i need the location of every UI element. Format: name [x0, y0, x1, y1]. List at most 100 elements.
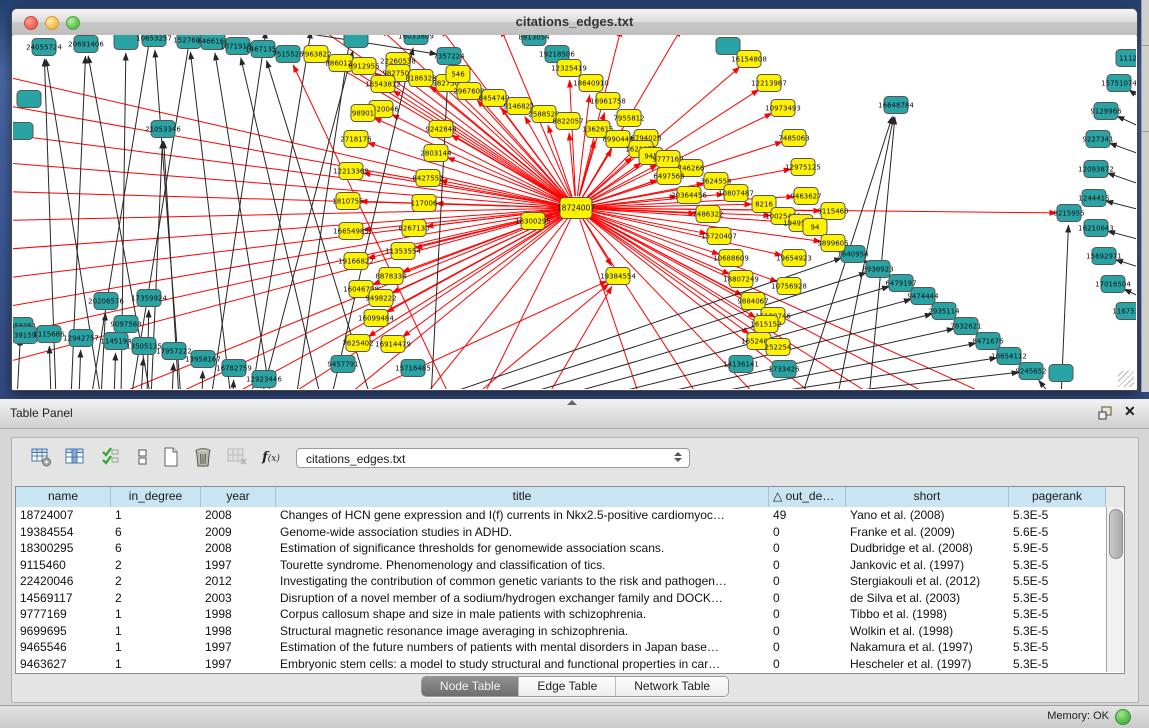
- network-canvas[interactable]: 2405572420691406106532571527602646616010…: [13, 35, 1136, 389]
- table-cell[interactable]: 1: [111, 606, 201, 623]
- table-cell[interactable]: 5.3E-5: [1009, 557, 1106, 574]
- new-table-icon[interactable]: [160, 446, 182, 468]
- network-node[interactable]: 16210643: [1078, 220, 1114, 237]
- table-cell[interactable]: 2: [111, 557, 201, 574]
- network-node[interactable]: 1244415: [1078, 190, 1109, 207]
- window-resize-grip[interactable]: [1118, 371, 1134, 387]
- network-edge[interactable]: [215, 53, 271, 389]
- network-node[interactable]: 15692971: [1086, 248, 1122, 265]
- table-cell[interactable]: Genome-wide association studies in ADHD.: [276, 524, 769, 541]
- network-node[interactable]: 2718176: [340, 131, 372, 148]
- table-cell[interactable]: 5.3E-5: [1009, 590, 1106, 607]
- network-node[interactable]: [114, 35, 138, 50]
- network-node[interactable]: 8267130: [398, 220, 429, 237]
- table-cell[interactable]: 0: [769, 623, 846, 640]
- network-node[interactable]: 1112: [1116, 50, 1136, 67]
- table-cell[interactable]: Yano et al. (2008): [846, 507, 1009, 524]
- table-row[interactable]: 911546021997Tourette syndrome. Phenomeno…: [16, 557, 1106, 574]
- network-node[interactable]: 9899605: [817, 235, 848, 252]
- network-edge[interactable]: [585, 157, 632, 200]
- network-node[interactable]: 7486322: [692, 206, 723, 223]
- table-cell[interactable]: Nakamura et al. (1997): [846, 639, 1009, 656]
- table-cell[interactable]: Jankovic et al. (1997): [846, 557, 1009, 574]
- table-cell[interactable]: Tibbo et al. (1998): [846, 606, 1009, 623]
- network-node[interactable]: 12942757: [63, 330, 99, 347]
- network-node[interactable]: 9097588: [110, 316, 141, 333]
- table-cell[interactable]: 9115460: [16, 557, 111, 574]
- table-cell[interactable]: 0: [769, 590, 846, 607]
- table-cell[interactable]: 14569117: [16, 590, 111, 607]
- network-node[interactable]: 12093872: [1078, 161, 1114, 178]
- table-cell[interactable]: 49: [769, 507, 846, 524]
- table-cell[interactable]: 1: [111, 656, 201, 673]
- network-node[interactable]: 10654112: [991, 348, 1027, 365]
- network-node[interactable]: 10688609: [713, 250, 749, 267]
- table-row[interactable]: 2242004622012Investigating the contribut…: [16, 573, 1106, 590]
- network-node[interactable]: 2803144: [420, 145, 452, 162]
- table-row[interactable]: 977716911998Corpus callosum shape and si…: [16, 606, 1106, 623]
- network-svg[interactable]: 2405572420691406106532571527602646616010…: [13, 35, 1136, 389]
- table-cell[interactable]: 5.3E-5: [1009, 639, 1106, 656]
- table-row[interactable]: 1938455462009Genome-wide association stu…: [16, 524, 1106, 541]
- table-cell[interactable]: 0: [769, 573, 846, 590]
- table-cell[interactable]: 1997: [201, 639, 276, 656]
- table-cell[interactable]: Tourette syndrome. Phenomenology and cla…: [276, 557, 769, 574]
- network-node[interactable]: 16648784: [878, 97, 914, 114]
- delete-rows-icon[interactable]: [192, 446, 214, 468]
- table-cell[interactable]: 9777169: [16, 606, 111, 623]
- table-cell[interactable]: 5.3E-5: [1009, 623, 1106, 640]
- network-edge[interactable]: [546, 286, 612, 389]
- table-cell[interactable]: Disruption of a novel member of a sodium…: [276, 590, 769, 607]
- network-node[interactable]: 1115686: [33, 326, 65, 343]
- select-rows-icon[interactable]: [100, 446, 122, 468]
- network-edge[interactable]: [1129, 90, 1136, 101]
- splitter-handle-icon[interactable]: [567, 400, 577, 405]
- network-node[interactable]: 1615152: [750, 316, 781, 333]
- table-cell[interactable]: 1998: [201, 606, 276, 623]
- table-cell[interactable]: 0: [769, 639, 846, 656]
- network-node[interactable]: 16961758: [590, 93, 626, 110]
- network-edge[interactable]: [1039, 380, 1049, 389]
- table-cell[interactable]: 1: [111, 639, 201, 656]
- network-node[interactable]: 8215955: [1053, 205, 1084, 222]
- table-cell[interactable]: Wolkin et al. (1998): [846, 623, 1009, 640]
- network-edge[interactable]: [1124, 289, 1136, 299]
- network-node[interactable]: 1810755: [332, 193, 363, 210]
- network-node[interactable]: 252254: [765, 339, 792, 356]
- network-node[interactable]: 16782759: [216, 360, 252, 377]
- table-cell[interactable]: 2: [111, 590, 201, 607]
- table-row[interactable]: 946362711997Embryonic stem cells: a mode…: [16, 656, 1106, 673]
- network-edge[interactable]: [1107, 173, 1136, 186]
- table-row[interactable]: 1830029562008Estimation of significance …: [16, 540, 1106, 557]
- network-node[interactable]: 19166822: [338, 253, 374, 270]
- network-edge[interactable]: [549, 299, 911, 389]
- network-node[interactable]: 7625402: [342, 335, 373, 352]
- table-cell[interactable]: 2012: [201, 573, 276, 590]
- table-cell[interactable]: 2008: [201, 540, 276, 557]
- table-cell[interactable]: Changes of HCN gene expression and I(f) …: [276, 507, 769, 524]
- network-node[interactable]: 7485063: [778, 130, 809, 147]
- table-cell[interactable]: 6: [111, 524, 201, 541]
- network-edge[interactable]: [79, 350, 81, 389]
- network-edge[interactable]: [471, 284, 609, 389]
- network-node[interactable]: 7515526: [272, 46, 304, 63]
- network-node[interactable]: 18724007: [557, 198, 595, 219]
- network-node[interactable]: 9498222: [365, 290, 396, 307]
- table-cell[interactable]: 0: [769, 524, 846, 541]
- table-row[interactable]: 946554611997Estimation of the future num…: [16, 639, 1106, 656]
- network-node[interactable]: 9242848: [425, 121, 456, 138]
- table-cell[interactable]: 1997: [201, 656, 276, 673]
- table-cell[interactable]: Embryonic stem cells: a model to study s…: [276, 656, 769, 673]
- table-cell[interactable]: 1997: [201, 557, 276, 574]
- network-node[interactable]: 8822057: [552, 113, 583, 130]
- network-node[interactable]: 8471676: [972, 333, 1004, 350]
- table-cell[interactable]: 1: [111, 623, 201, 640]
- table-cell[interactable]: Stergiakouli et al. (2012): [846, 573, 1009, 590]
- table-cell[interactable]: 2009: [201, 524, 276, 541]
- network-edge[interactable]: [131, 35, 191, 389]
- network-node[interactable]: 117006: [411, 195, 438, 212]
- network-edge[interactable]: [451, 135, 565, 202]
- column-header[interactable]: title: [276, 487, 769, 507]
- table-cell[interactable]: 19384554: [16, 524, 111, 541]
- table-cell[interactable]: de Silva et al. (2003): [846, 590, 1009, 607]
